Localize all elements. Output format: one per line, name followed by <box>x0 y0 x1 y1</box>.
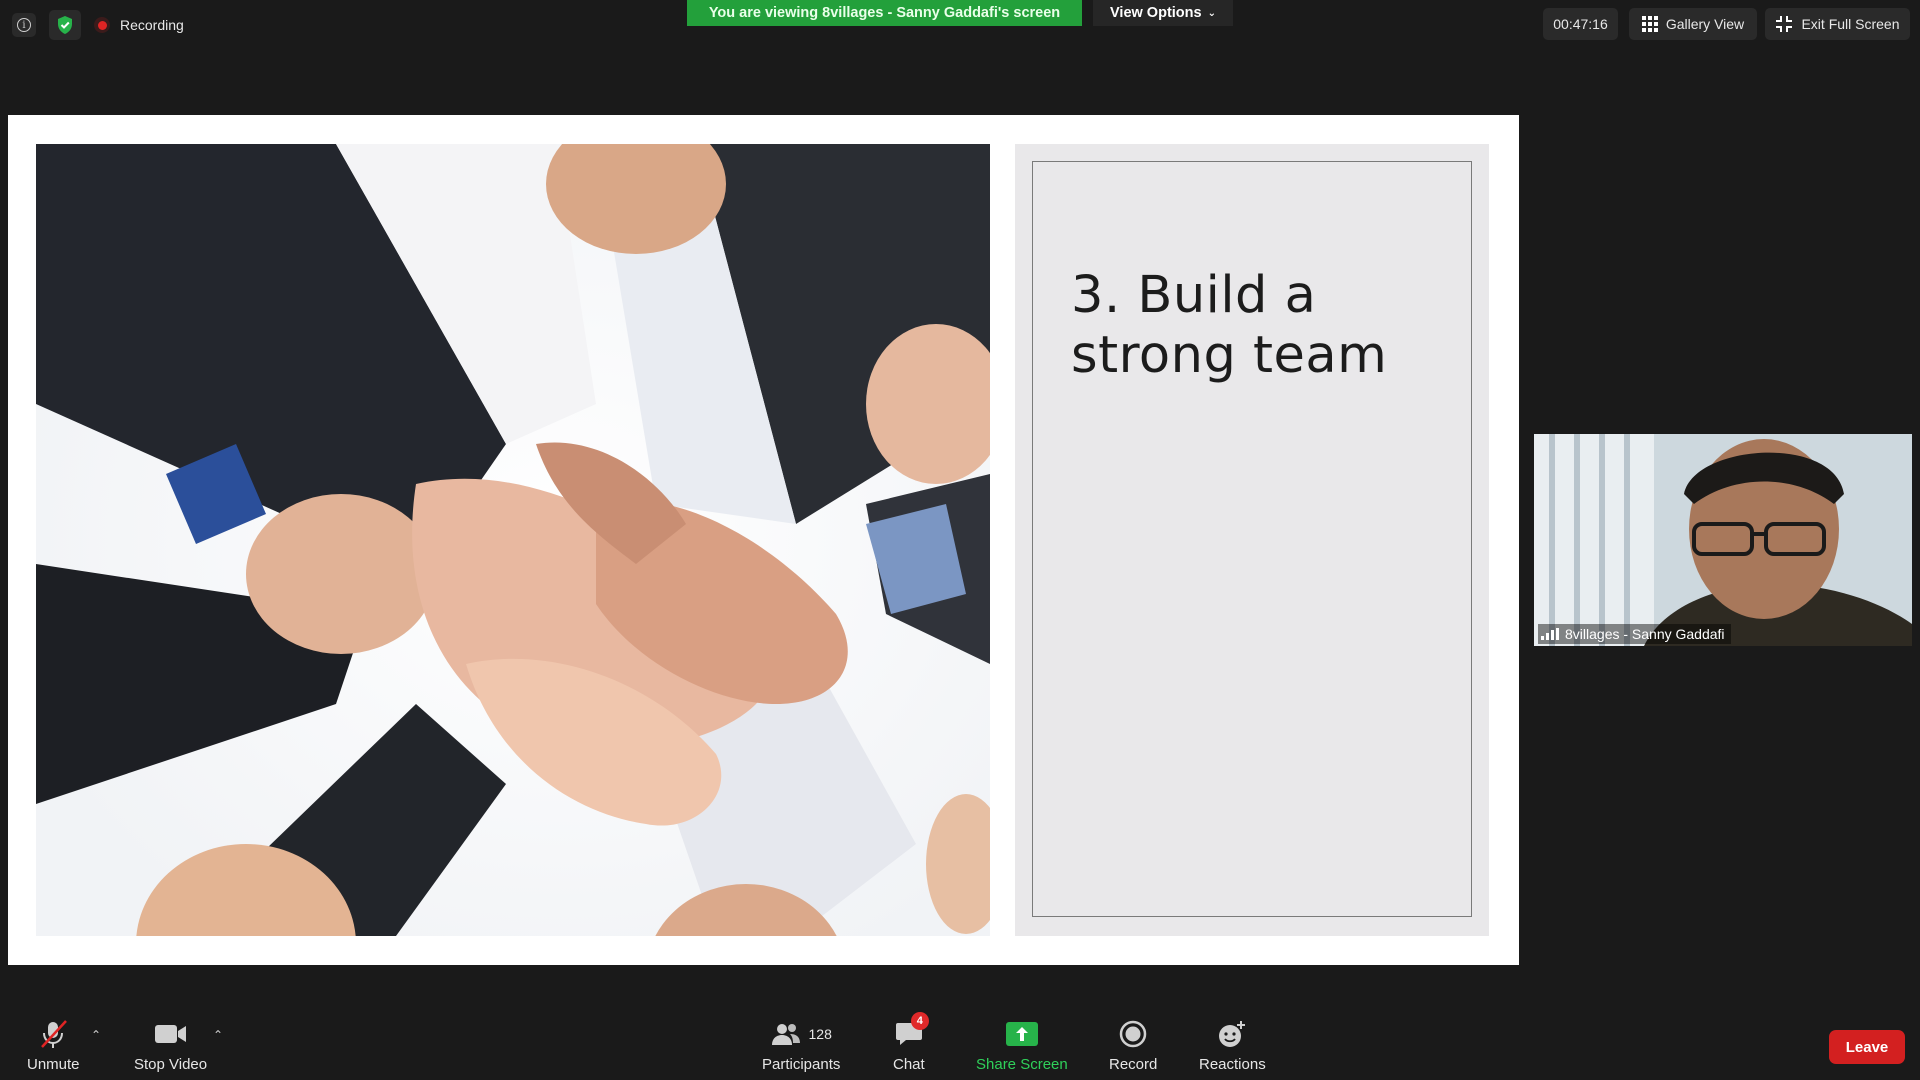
share-screen-button[interactable]: Share Screen <box>976 1018 1068 1073</box>
slide-title: 3. Build a strong team <box>1071 266 1451 386</box>
muted-mic-icon <box>41 1020 68 1048</box>
participant-video-feed <box>1534 434 1912 646</box>
recording-dot-icon <box>94 17 110 33</box>
security-button[interactable] <box>49 10 81 40</box>
signal-strength-icon <box>1541 628 1559 640</box>
stop-video-label: Stop Video <box>134 1056 208 1073</box>
unmute-label: Unmute <box>27 1056 80 1073</box>
viewing-screen-banner: You are viewing 8villages - Sanny Gaddaf… <box>687 0 1082 26</box>
timer-value: 00:47:16 <box>1553 16 1608 32</box>
view-options-label: View Options <box>1110 5 1202 21</box>
record-label: Record <box>1109 1056 1158 1073</box>
leave-label: Leave <box>1845 1038 1889 1056</box>
meeting-info-button[interactable]: i <box>12 13 36 37</box>
exit-fullscreen-icon <box>1776 16 1793 32</box>
slide-title-line-1: 3. Build a <box>1071 266 1317 325</box>
participants-button[interactable]: 128 Participants <box>762 1018 840 1073</box>
participants-count: 128 <box>808 1026 832 1042</box>
exit-full-screen-label: Exit Full Screen <box>1801 16 1900 32</box>
leave-button[interactable]: Leave <box>1829 1030 1905 1064</box>
audio-options-caret[interactable]: ⌃ <box>91 1028 101 1042</box>
unmute-button[interactable]: Unmute <box>27 1018 80 1073</box>
viewing-banner-text: You are viewing 8villages - Sanny Gaddaf… <box>708 5 1061 21</box>
info-icon: i <box>17 18 31 32</box>
participants-icon <box>771 1024 800 1045</box>
reactions-label: Reactions <box>1199 1056 1266 1073</box>
recording-label: Recording <box>120 17 184 33</box>
slide-title-line-2: strong team <box>1071 326 1388 385</box>
gallery-view-label: Gallery View <box>1665 16 1745 32</box>
grid-icon <box>1641 16 1658 32</box>
video-options-caret[interactable]: ⌃ <box>213 1028 223 1042</box>
team-hands-photo <box>36 144 990 936</box>
participant-name-tag: 8villages - Sanny Gaddafi <box>1538 624 1731 644</box>
reactions-icon <box>1219 1021 1246 1047</box>
chat-label: Chat <box>893 1056 925 1073</box>
share-screen-icon <box>1005 1022 1038 1046</box>
participant-video-tile[interactable]: 8villages - Sanny Gaddafi <box>1534 434 1912 646</box>
gallery-view-button[interactable]: Gallery View <box>1629 8 1757 40</box>
chat-button[interactable]: 4 Chat <box>893 1012 929 1073</box>
view-options-button[interactable]: View Options ⌄ <box>1093 0 1233 26</box>
share-screen-label: Share Screen <box>976 1056 1068 1073</box>
recording-indicator[interactable]: Recording <box>94 10 184 40</box>
reactions-button[interactable]: Reactions <box>1199 1018 1266 1073</box>
shield-check-icon <box>58 16 72 34</box>
meeting-timer: 00:47:16 <box>1543 8 1618 40</box>
chat-unread-badge: 4 <box>910 1012 929 1030</box>
participants-label: Participants <box>762 1056 841 1073</box>
video-camera-icon <box>154 1025 186 1043</box>
record-button[interactable]: Record <box>1109 1018 1157 1073</box>
record-icon <box>1119 1020 1147 1048</box>
stop-video-button[interactable]: Stop Video <box>134 1018 207 1073</box>
chevron-down-icon: ⌄ <box>1207 7 1216 19</box>
exit-full-screen-button[interactable]: Exit Full Screen <box>1765 8 1910 40</box>
slide-text-frame: 3. Build a strong team <box>1032 161 1472 917</box>
slide-text-panel: 3. Build a strong team <box>1015 144 1489 936</box>
participant-name: 8villages - Sanny Gaddafi <box>1565 626 1725 642</box>
